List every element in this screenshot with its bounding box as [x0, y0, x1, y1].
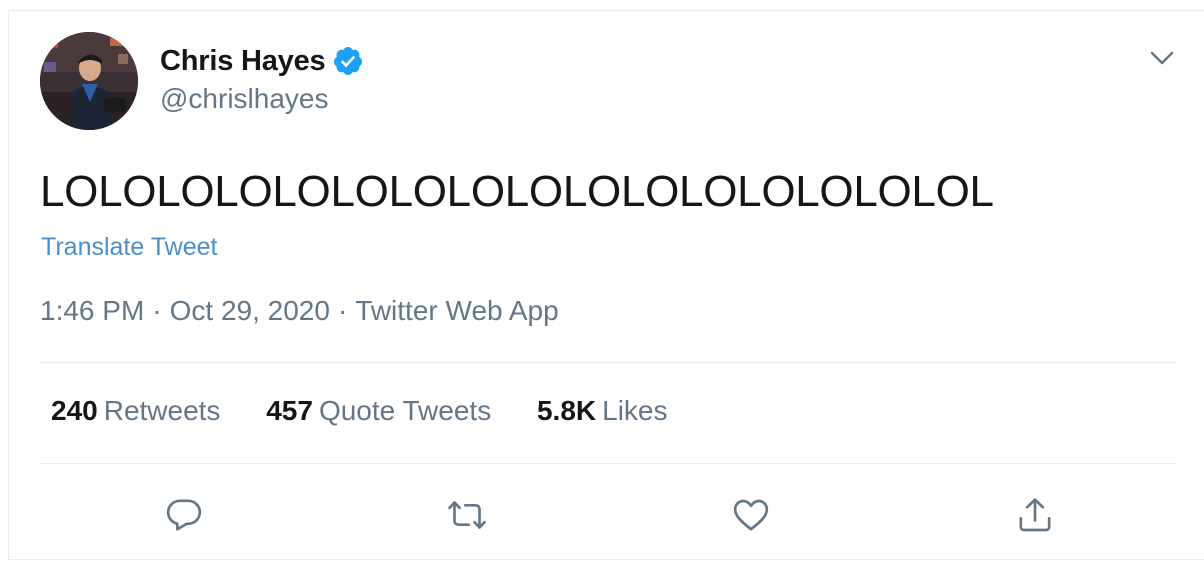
verified-badge-icon	[332, 45, 364, 77]
retweets-stat[interactable]: 240 Retweets	[51, 395, 220, 427]
author-name[interactable]: Chris Hayes	[160, 45, 326, 78]
engagement-stats: 240 Retweets 457 Quote Tweets 5.8K Likes	[51, 395, 706, 427]
meta-separator: ·	[337, 295, 348, 326]
share-button[interactable]	[1015, 495, 1055, 535]
retweet-button[interactable]	[447, 495, 487, 535]
divider	[40, 362, 1176, 363]
tweet-text: LOLOLOLOLOLOLOLOLOLOLOLOLOLOLOLOL	[40, 167, 994, 216]
likes-label: Likes	[602, 395, 668, 426]
tweet-date[interactable]: Oct 29, 2020	[170, 295, 330, 326]
quote-tweets-label: Quote Tweets	[318, 395, 492, 426]
quote-tweets-stat[interactable]: 457 Quote Tweets	[266, 395, 491, 427]
avatar-photo	[40, 32, 138, 130]
tweet-card: Chris Hayes @chrislhayes LOLOLOLOLOLOLOL…	[8, 10, 1204, 560]
tweet-metadata: 1:46 PM · Oct 29, 2020 · Twitter Web App	[40, 295, 559, 327]
meta-separator: ·	[152, 295, 162, 326]
tweet-time[interactable]: 1:46 PM	[40, 295, 144, 326]
like-icon	[733, 499, 769, 531]
chevron-down-icon[interactable]	[1149, 49, 1175, 67]
translate-tweet-link[interactable]: Translate Tweet	[41, 233, 217, 262]
divider	[40, 463, 1176, 464]
tweet-source[interactable]: Twitter Web App	[355, 295, 558, 326]
avatar[interactable]	[40, 32, 138, 130]
like-button[interactable]	[731, 495, 771, 535]
retweets-label: Retweets	[103, 395, 221, 426]
reply-icon	[166, 499, 202, 531]
share-icon	[1019, 498, 1051, 532]
likes-count: 5.8K	[536, 395, 597, 426]
retweet-icon	[448, 501, 486, 529]
quote-tweets-count: 457	[266, 395, 313, 426]
retweets-count: 240	[51, 395, 98, 426]
author-name-row[interactable]: Chris Hayes	[160, 43, 364, 79]
likes-stat[interactable]: 5.8K Likes	[537, 395, 668, 427]
reply-button[interactable]	[164, 495, 204, 535]
author-handle[interactable]: @chrislhayes	[160, 83, 328, 115]
